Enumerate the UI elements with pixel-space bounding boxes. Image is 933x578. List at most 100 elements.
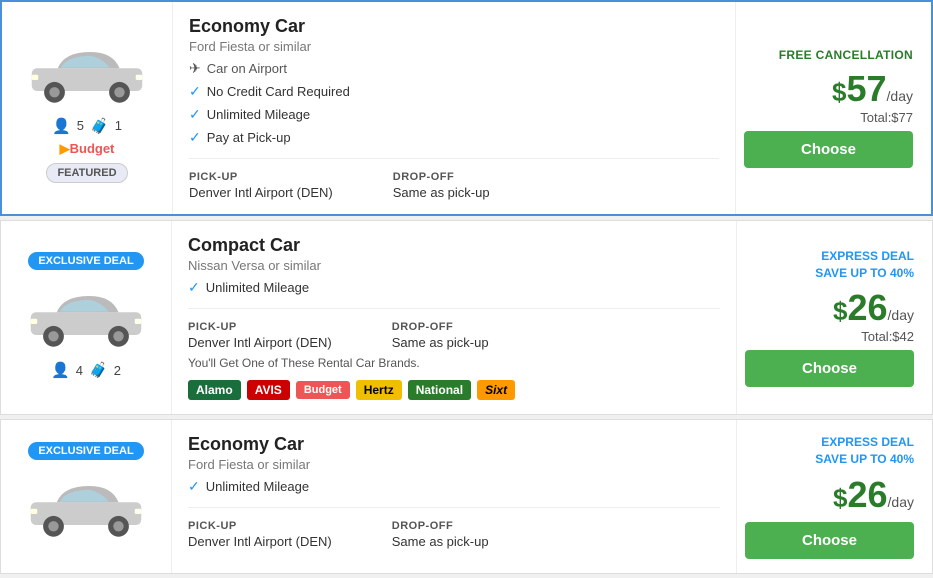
brand-logo-sixt: Sixt	[477, 380, 515, 400]
passenger-count: 4	[76, 363, 83, 378]
passenger-count: 5	[77, 118, 84, 133]
car-subtitle: Nissan Versa or similar	[188, 258, 720, 273]
express-deal-label: EXPRESS DEALSAVE UP TO 40%	[815, 248, 914, 282]
brand-logo-national: National	[408, 380, 471, 400]
bag-icon: 🧳	[90, 117, 109, 135]
dropoff-label: DROP-OFF	[392, 321, 489, 333]
car-subtitle: Ford Fiesta or similar	[189, 39, 719, 54]
pickup-dropoff-row: PICK-UP Denver Intl Airport (DEN) DROP-O…	[188, 321, 720, 350]
check-icon: ✓	[189, 129, 201, 146]
pickup-block: PICK-UP Denver Intl Airport (DEN)	[188, 321, 332, 350]
car-title: Economy Car	[188, 434, 720, 455]
dropoff-value: Same as pick-up	[392, 335, 489, 350]
car-image	[22, 34, 152, 109]
pickup-block: PICK-UP Denver Intl Airport (DEN)	[188, 520, 332, 549]
car-subtitle: Ford Fiesta or similar	[188, 457, 720, 472]
brand-logo-hertz: Hertz	[356, 380, 402, 400]
feature-text: No Credit Card Required	[207, 84, 350, 99]
car-image	[21, 468, 151, 543]
featured-badge: FEATURED	[46, 163, 127, 183]
capacity-row: 👤 4 🧳 2	[51, 361, 121, 379]
check-icon: ✓	[188, 478, 200, 495]
dropoff-label: DROP-OFF	[393, 171, 490, 183]
pickup-label: PICK-UP	[188, 321, 332, 333]
passenger-icon: 👤	[51, 361, 70, 379]
brands-intro-text: You'll Get One of These Rental Car Brand…	[188, 356, 720, 370]
choose-button[interactable]: Choose	[745, 522, 914, 559]
dropoff-label: DROP-OFF	[392, 520, 489, 532]
price-total: Total:$77	[832, 110, 913, 125]
choose-button[interactable]: Choose	[744, 131, 913, 168]
dropoff-block: DROP-OFF Same as pick-up	[392, 520, 489, 549]
feature-item: ✓ No Credit Card Required	[189, 83, 719, 100]
brand-logo-avis: AVIS	[247, 380, 290, 400]
dropoff-value: Same as pick-up	[393, 185, 490, 200]
exclusive-badge: EXCLUSIVE DEAL	[28, 252, 143, 270]
check-icon: ✓	[188, 279, 200, 296]
price-total: Total:$42	[833, 329, 914, 344]
card-right-2: EXPRESS DEALSAVE UP TO 40% $26/day Total…	[737, 221, 932, 414]
car-card-1: 👤 5 🧳 1 ▶Budget FEATURED Economy Car For…	[0, 0, 933, 216]
feature-item: ✓ Unlimited Mileage	[189, 106, 719, 123]
car-card-3: EXCLUSIVE DEAL Econ	[0, 419, 933, 574]
free-cancellation-label: FREE CANCELLATION	[779, 48, 913, 62]
dropoff-block: DROP-OFF Same as pick-up	[393, 171, 490, 200]
feature-text: Unlimited Mileage	[206, 479, 309, 494]
card-left-2: EXCLUSIVE DEAL 👤 4 🧳	[1, 221, 171, 414]
feature-item: ✓ Pay at Pick-up	[189, 129, 719, 146]
brand-budget-logo: ▶Budget	[60, 141, 115, 157]
card-middle-2: Compact Car Nissan Versa or similar ✓ Un…	[171, 221, 737, 414]
airport-row: ✈ Car on Airport	[189, 60, 719, 77]
pickup-dropoff-row: PICK-UP Denver Intl Airport (DEN) DROP-O…	[189, 171, 719, 200]
bag-count: 2	[114, 363, 121, 378]
pickup-value: Denver Intl Airport (DEN)	[188, 335, 332, 350]
pickup-value: Denver Intl Airport (DEN)	[189, 185, 333, 200]
pickup-label: PICK-UP	[188, 520, 332, 532]
plane-icon: ✈	[189, 60, 201, 77]
capacity-row: 👤 5 🧳 1	[52, 117, 122, 135]
car-image	[21, 278, 151, 353]
card-left-1: 👤 5 🧳 1 ▶Budget FEATURED	[2, 2, 172, 214]
feature-text: Pay at Pick-up	[207, 130, 291, 145]
car-title: Compact Car	[188, 235, 720, 256]
brand-logo-alamo: Alamo	[188, 380, 241, 400]
airport-text: Car on Airport	[207, 61, 287, 76]
pickup-value: Denver Intl Airport (DEN)	[188, 534, 332, 549]
bag-count: 1	[115, 118, 122, 133]
check-icon: ✓	[189, 106, 201, 123]
price-per-day: $26/day	[833, 474, 914, 516]
pickup-dropoff-row: PICK-UP Denver Intl Airport (DEN) DROP-O…	[188, 520, 720, 549]
dropoff-value: Same as pick-up	[392, 534, 489, 549]
brand-logos-row: Alamo AVIS Budget Hertz National Sixt	[188, 380, 720, 400]
express-deal-label: EXPRESS DEALSAVE UP TO 40%	[815, 434, 914, 468]
divider	[188, 507, 720, 508]
check-icon: ✓	[189, 83, 201, 100]
divider	[188, 308, 720, 309]
divider	[189, 158, 719, 159]
pickup-label: PICK-UP	[189, 171, 333, 183]
brand-logo-budget: Budget	[296, 381, 350, 399]
feature-text: Unlimited Mileage	[207, 107, 310, 122]
card-left-3: EXCLUSIVE DEAL	[1, 420, 171, 573]
choose-button[interactable]: Choose	[745, 350, 914, 387]
feature-item: ✓ Unlimited Mileage	[188, 279, 720, 296]
price-per-day: $57/day	[832, 68, 913, 110]
feature-text: Unlimited Mileage	[206, 280, 309, 295]
car-listing: 👤 5 🧳 1 ▶Budget FEATURED Economy Car For…	[0, 0, 933, 574]
bag-icon: 🧳	[89, 361, 108, 379]
card-middle-3: Economy Car Ford Fiesta or similar ✓ Unl…	[171, 420, 737, 573]
card-right-3: EXPRESS DEALSAVE UP TO 40% $26/day Choos…	[737, 420, 932, 573]
card-middle-1: Economy Car Ford Fiesta or similar ✈ Car…	[172, 2, 736, 214]
price-block: $26/day	[833, 474, 914, 516]
feature-item: ✓ Unlimited Mileage	[188, 478, 720, 495]
price-block: $57/day Total:$77	[832, 68, 913, 125]
passenger-icon: 👤	[52, 117, 71, 135]
price-per-day: $26/day	[833, 287, 914, 329]
price-block: $26/day Total:$42	[833, 287, 914, 344]
pickup-block: PICK-UP Denver Intl Airport (DEN)	[189, 171, 333, 200]
exclusive-badge: EXCLUSIVE DEAL	[28, 442, 143, 460]
card-right-1: FREE CANCELLATION $57/day Total:$77 Choo…	[736, 2, 931, 214]
car-card-2: EXCLUSIVE DEAL 👤 4 🧳	[0, 220, 933, 415]
dropoff-block: DROP-OFF Same as pick-up	[392, 321, 489, 350]
car-title: Economy Car	[189, 16, 719, 37]
